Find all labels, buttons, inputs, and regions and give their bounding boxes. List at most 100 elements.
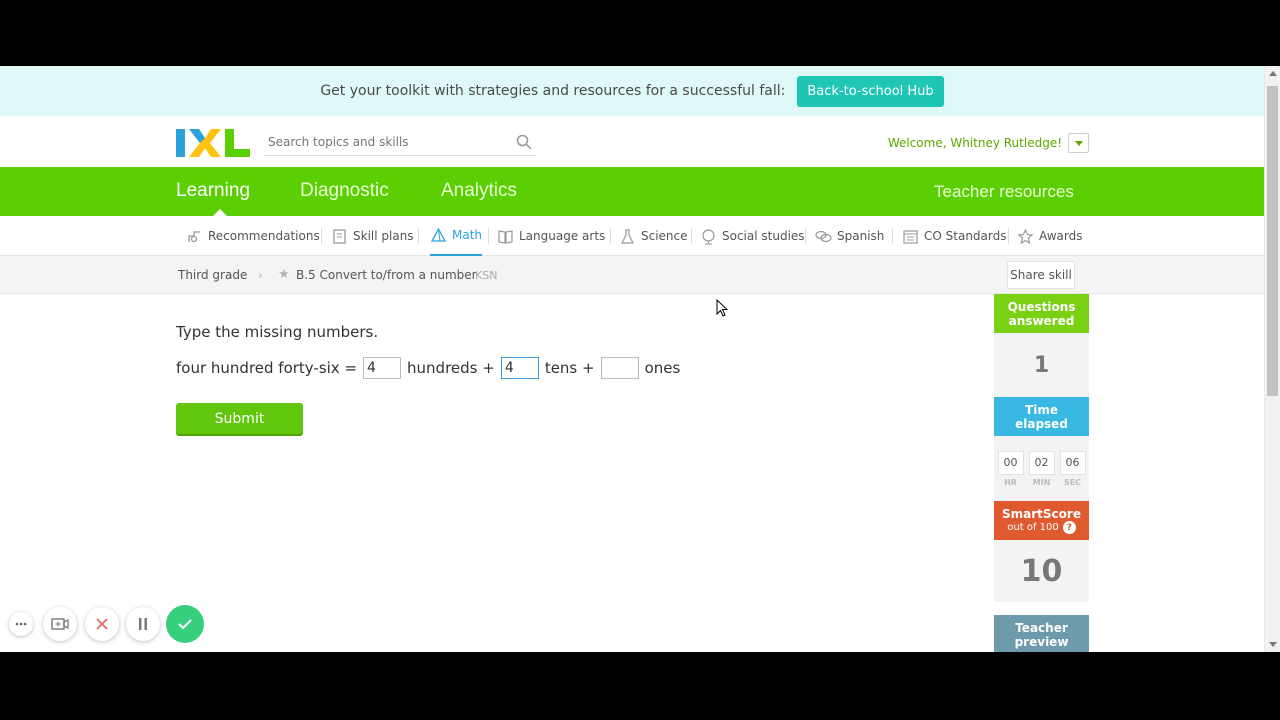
nav-math-label: Math: [452, 228, 483, 242]
timer-hours-unit: HR: [1004, 477, 1017, 487]
time-elapsed-body: 00 02 06 HR MIN SEC: [994, 436, 1089, 501]
practice-stats-panel: Questions answered 1 Time elapsed 00 02 …: [994, 294, 1089, 652]
chevron-right-icon: ›: [258, 268, 263, 282]
search-input[interactable]: [264, 130, 504, 154]
nav-spanish-label: Spanish: [837, 229, 885, 243]
question-prompt: Type the missing numbers.: [176, 323, 379, 341]
book-icon: [498, 229, 513, 244]
skill-plans-icon: [333, 228, 346, 244]
ones-answer-input[interactable]: [600, 357, 639, 379]
timer-seconds: 06: [1059, 450, 1086, 475]
nav-spanish[interactable]: Spanish: [815, 216, 884, 256]
nav-co-standards[interactable]: CO Standards: [902, 216, 1006, 256]
promo-message: Get your toolkit with strategies and res…: [320, 83, 786, 99]
check-icon: [178, 619, 192, 630]
nav-skill-plans[interactable]: Skill plans: [331, 216, 414, 256]
promo-banner: Get your toolkit with strategies and res…: [0, 66, 1264, 116]
recorder-finish-button[interactable]: [166, 605, 204, 643]
smartscore-body: 10: [994, 540, 1089, 602]
subject-nav: Recommendations Skill plans Math Languag…: [0, 216, 1264, 256]
questions-answered-count: 1: [1033, 352, 1050, 378]
account-dropdown-button[interactable]: [1068, 133, 1089, 153]
tab-analytics[interactable]: Analytics: [441, 180, 517, 202]
awards-icon: [1017, 228, 1034, 244]
tab-teacher-resources[interactable]: Teacher resources: [934, 182, 1074, 202]
close-icon: [96, 618, 108, 630]
more-dots-icon: [15, 622, 27, 626]
tab-learning[interactable]: Learning: [176, 180, 250, 202]
nav-science-label: Science: [641, 229, 688, 243]
teacher-preview-button[interactable]: Teacher preview: [994, 615, 1089, 652]
scroll-down-arrow-icon[interactable]: [1269, 642, 1277, 647]
nav-skill-plans-label: Skill plans: [353, 229, 414, 243]
mouse-cursor-icon: [716, 299, 728, 317]
browser-viewport: Get your toolkit with strategies and res…: [0, 66, 1280, 652]
questions-answered-label-line2: answered: [1008, 313, 1075, 328]
nav-co-standards-label: CO Standards: [924, 229, 1007, 243]
smartscore-header: SmartScore out of 100 ?: [994, 501, 1089, 540]
ones-label: ones: [644, 359, 681, 377]
video-camera-icon: [51, 618, 69, 630]
breadcrumb-grade[interactable]: Third grade: [178, 268, 247, 282]
breadcrumb: Third grade › ★ B.5 Convert to/from a nu…: [0, 256, 1264, 294]
search-box[interactable]: [264, 130, 536, 156]
time-elapsed-header: Time elapsed: [994, 397, 1089, 436]
nav-language-arts[interactable]: Language arts: [497, 216, 605, 256]
active-tab-caret: [213, 209, 227, 216]
chevron-down-icon: [1074, 140, 1083, 146]
smartscore-value: 10: [1020, 553, 1063, 589]
share-skill-button[interactable]: Share skill: [1007, 261, 1075, 289]
timer-seconds-unit: SEC: [1063, 477, 1082, 487]
recorder-pause-button[interactable]: [126, 607, 160, 641]
back-to-school-hub-button[interactable]: Back-to-school Hub: [797, 75, 944, 107]
submit-button[interactable]: Submit: [176, 403, 303, 434]
welcome-user[interactable]: Welcome, Whitney Rutledge!: [888, 136, 1062, 150]
site-header: Welcome, Whitney Rutledge!: [0, 116, 1264, 167]
teacher-preview-label: Teacher: [1015, 621, 1068, 635]
nav-recommendations-label: Recommendations: [208, 229, 320, 243]
hundreds-answer-input[interactable]: [363, 357, 402, 379]
questions-answered-label: Questions: [1007, 299, 1076, 314]
star-icon[interactable]: ★: [278, 267, 290, 282]
tens-answer-input[interactable]: [500, 357, 539, 379]
scroll-up-arrow-icon[interactable]: [1269, 71, 1277, 76]
nav-language-arts-label: Language arts: [519, 229, 606, 243]
ixl-logo[interactable]: [176, 129, 250, 157]
questions-answered-header: Questions answered: [994, 294, 1089, 333]
search-icon[interactable]: [516, 134, 532, 150]
help-icon[interactable]: ?: [1062, 521, 1076, 534]
recorder-more-button[interactable]: [9, 612, 33, 636]
nav-awards[interactable]: Awards: [1017, 216, 1082, 256]
scrollbar-thumb[interactable]: [1267, 86, 1278, 396]
nav-math[interactable]: Math: [430, 216, 483, 256]
nav-recommendations[interactable]: Recommendations: [186, 216, 320, 256]
tab-diagnostic[interactable]: Diagnostic: [300, 180, 389, 202]
tens-label: tens +: [544, 359, 595, 377]
teacher-preview-label-line2: preview: [1014, 635, 1069, 649]
pause-icon: [139, 618, 147, 630]
nav-social-studies[interactable]: Social studies: [700, 216, 805, 256]
equation-lhs: four hundred forty-six =: [176, 359, 358, 377]
speech-bubbles-icon: [815, 230, 832, 242]
smartscore-subtitle: out of 100 ?: [994, 521, 1089, 535]
time-elapsed-label-line2: elapsed: [1015, 416, 1068, 431]
breadcrumb-skill-name: B.5 Convert to/from a number: [296, 268, 477, 282]
flask-icon: [621, 228, 634, 244]
timer-minutes-unit: MIN: [1032, 477, 1051, 487]
smartscore-label: SmartScore: [1002, 506, 1081, 521]
nav-awards-label: Awards: [1039, 229, 1083, 243]
math-pyramid-icon: [430, 227, 447, 242]
skill-code: KSN: [475, 269, 498, 282]
nav-social-studies-label: Social studies: [722, 229, 805, 243]
standards-icon: [903, 229, 918, 244]
page-scrollbar[interactable]: [1264, 66, 1280, 652]
globe-icon: [702, 228, 715, 244]
main-nav: Learning Diagnostic Analytics Teacher re…: [0, 167, 1264, 216]
questions-answered-body: 1: [994, 333, 1089, 397]
time-elapsed-label: Time: [1025, 402, 1058, 417]
recorder-cancel-button[interactable]: [85, 607, 119, 641]
recorder-camera-button[interactable]: [43, 607, 77, 641]
smartscore-out-of: out of 100: [1007, 521, 1059, 533]
nav-science[interactable]: Science: [619, 216, 688, 256]
question-equation: four hundred forty-six = hundreds + tens…: [176, 357, 680, 379]
